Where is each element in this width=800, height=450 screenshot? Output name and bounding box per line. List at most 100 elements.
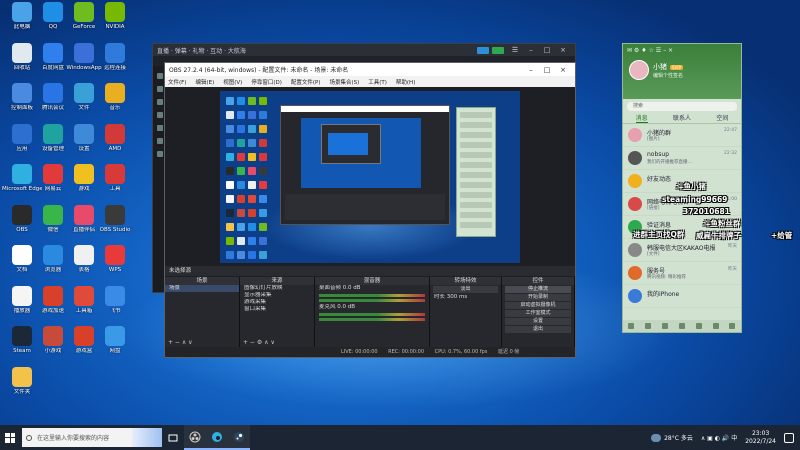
obs-menu-item[interactable]: 视图(V) xyxy=(223,78,242,86)
list-item[interactable]: 小猪的群 [图片] 22:47 xyxy=(623,124,741,147)
game-icon[interactable] xyxy=(662,323,669,329)
task-view-icon[interactable] xyxy=(162,425,184,450)
chat-icon[interactable] xyxy=(157,86,163,92)
qq-signature[interactable]: 编辑个性签名 xyxy=(653,72,683,79)
desktop-icon[interactable]: NVIDIA xyxy=(95,2,135,40)
source-item[interactable]: 游戏采集 xyxy=(240,299,314,306)
mail-icon[interactable] xyxy=(678,323,685,329)
list-item[interactable]: 韩服电信大区KAKAO电报 [文件] 昨天 xyxy=(623,239,741,262)
obs-titlebar[interactable]: OBS 27.2.4 (64-bit, windows) - 配置文件: 未命名… xyxy=(165,63,575,76)
app-icon[interactable] xyxy=(645,323,652,329)
clock-date: 2022/7/24 xyxy=(745,437,776,445)
obs-menu-item[interactable]: 配置文件(P) xyxy=(291,78,321,86)
preview-desktop-icon xyxy=(258,180,267,189)
stop-streaming-button[interactable]: 停止推流 xyxy=(505,286,571,293)
conversation-name: 好友动态 xyxy=(647,176,672,183)
maximize-icon[interactable]: □ xyxy=(539,46,555,54)
minimize-icon[interactable]: – xyxy=(523,46,539,54)
sources-controls[interactable]: + − ⚙ ∧ ∨ xyxy=(240,339,314,347)
gift-icon[interactable] xyxy=(157,99,163,105)
steam-icon[interactable] xyxy=(228,425,250,450)
file-icon[interactable] xyxy=(695,323,702,329)
weather-icon[interactable] xyxy=(651,433,662,442)
qq-nickname: 小猪 SVIP xyxy=(653,63,683,71)
obs-preview-canvas[interactable] xyxy=(220,91,520,263)
tab-contacts[interactable]: 联系人 xyxy=(673,114,691,123)
desktop-icon[interactable]: 音乐 xyxy=(95,83,135,121)
list-item[interactable]: 我的iPhone xyxy=(623,285,741,308)
share-icon[interactable] xyxy=(477,46,489,54)
desktop-icon[interactable]: 远程连接 xyxy=(95,42,135,81)
mixer-header: 混音器 xyxy=(315,277,429,285)
obs-menu-item[interactable]: 停靠窗口(D) xyxy=(251,78,282,86)
menu-icon[interactable] xyxy=(628,323,635,329)
desktop-icon[interactable]: 飞书 xyxy=(95,285,135,324)
tool-icon[interactable] xyxy=(157,138,163,144)
start-recording-button[interactable]: 开始录制 xyxy=(505,294,571,301)
obs-menu-item[interactable]: 场景集合(S) xyxy=(329,78,359,86)
avatar xyxy=(628,266,642,280)
obs-statusbar: LIVE: 00:00:00 REC: 00:00:00 CPU: 0.7%, … xyxy=(165,347,575,357)
clock[interactable]: 23:03 2022/7/24 xyxy=(745,430,776,446)
source-item[interactable]: 显示器采集 xyxy=(240,292,314,299)
list-item[interactable]: 服务号 腾讯视频: 精彩推荐 昨天 xyxy=(623,262,741,285)
weather-text[interactable]: 28°C 多云 xyxy=(664,433,693,442)
home-icon[interactable] xyxy=(157,73,163,79)
desktop-icon[interactable]: 网盘 xyxy=(95,326,135,364)
taskbar-search[interactable]: 在这里输入你要搜索的内容 xyxy=(22,428,162,447)
obs-menu-item[interactable]: 帮助(H) xyxy=(396,78,415,86)
start-button[interactable] xyxy=(0,425,20,450)
desktop-icon[interactable]: 文件夹 xyxy=(2,366,42,405)
obs-menu-item[interactable]: 工具(T) xyxy=(368,78,387,86)
preview-desktop-icon xyxy=(258,96,267,105)
live-button[interactable] xyxy=(492,46,504,54)
edge-icon[interactable] xyxy=(206,425,228,450)
obs-window[interactable]: OBS 27.2.4 (64-bit, windows) - 配置文件: 未命名… xyxy=(164,62,576,358)
qq-search-input[interactable]: 搜索 xyxy=(627,102,737,111)
scene-item[interactable]: 场景 xyxy=(165,285,239,292)
notification-icon[interactable] xyxy=(784,432,794,443)
desktop-icon[interactable]: AMD xyxy=(95,123,135,162)
volume-meter[interactable] xyxy=(319,294,425,297)
desktop-icon-label: 网盘 xyxy=(109,348,121,354)
studio-mode-button[interactable]: 工作室模式 xyxy=(505,310,571,317)
avatar xyxy=(628,128,642,142)
virtual-camera-button[interactable]: 启动虚拟摄像机 xyxy=(505,302,571,309)
exit-button[interactable]: 退出 xyxy=(505,326,571,333)
settings-icon[interactable]: ☰ xyxy=(507,46,523,54)
tab-space[interactable]: 空间 xyxy=(716,114,728,123)
obs-minimize-icon[interactable]: – xyxy=(523,66,539,74)
obs-icon[interactable] xyxy=(184,425,206,450)
streaming-app-titlebar[interactable]: 直播 · 弹幕 · 礼物 · 互动 · 大航海 ☰ – □ × xyxy=(153,44,575,56)
volume-meter[interactable] xyxy=(319,299,425,302)
more-icon[interactable] xyxy=(729,323,736,329)
user-icon[interactable] xyxy=(157,112,163,118)
desktop-icon[interactable]: OBS Studio xyxy=(95,204,135,243)
desktop-icon[interactable]: 工具 xyxy=(95,164,135,202)
transition-select[interactable]: 淡出 xyxy=(433,286,498,293)
obs-maximize-icon[interactable]: □ xyxy=(539,66,555,74)
tab-messages[interactable]: 消息 xyxy=(635,114,648,123)
tray-icons[interactable]: ∧ ▣ ◐ 🔊 中 xyxy=(701,433,737,442)
obs-menu-item[interactable]: 编辑(E) xyxy=(195,78,214,86)
settings-button[interactable]: 设置 xyxy=(505,318,571,325)
sources-panel: 来源 图像幻灯片放映 显示器采集 游戏采集 窗口采集 + − ⚙ ∧ ∨ xyxy=(240,277,315,347)
wallet-icon[interactable] xyxy=(712,323,719,329)
desktop-icon[interactable]: WPS xyxy=(95,245,135,283)
stats-icon[interactable] xyxy=(157,125,163,131)
more-icon[interactable] xyxy=(157,151,163,157)
close-icon[interactable]: × xyxy=(555,46,571,54)
scenes-controls[interactable]: + − ∧ ∨ xyxy=(165,339,239,347)
volume-meter[interactable] xyxy=(319,313,425,316)
conversation-preview: [文件] xyxy=(647,252,660,257)
transition-duration[interactable]: 时长 300 ms xyxy=(430,294,501,301)
list-item[interactable]: nobsup 我们的开播推荐直播… 22:32 xyxy=(623,147,741,170)
obs-menu-item[interactable]: 文件(F) xyxy=(168,78,186,86)
volume-meter[interactable] xyxy=(319,318,425,321)
danmaku-text: 威扁牛排牌子 xyxy=(696,231,741,240)
avatar[interactable] xyxy=(629,60,649,80)
source-item[interactable]: 窗口采集 xyxy=(240,306,314,313)
obs-close-icon[interactable]: × xyxy=(555,66,571,74)
no-source-label: 未选择源 xyxy=(169,268,192,274)
source-item[interactable]: 图像幻灯片放映 xyxy=(240,285,314,292)
